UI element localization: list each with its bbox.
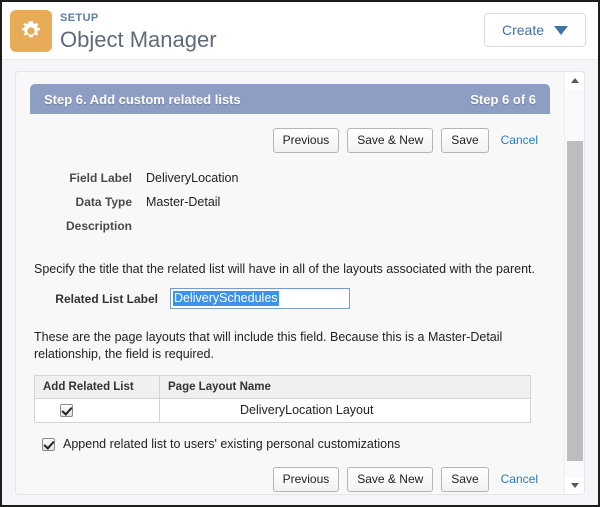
save-and-new-button-bottom[interactable]: Save & New xyxy=(347,467,433,492)
caret-up-icon[interactable] xyxy=(565,72,585,89)
related-list-label-row: Related List Label DeliverySchedules xyxy=(30,282,550,315)
wizard-scroll-region: Step 6. Add custom related lists Step 6 … xyxy=(16,72,564,494)
gear-icon xyxy=(10,10,52,52)
field-row-field-label: Field Label DeliveryLocation xyxy=(30,171,550,195)
chevron-down-icon xyxy=(554,26,568,35)
app-window: SETUP Object Manager Create Step 6. Add … xyxy=(0,0,600,507)
scrollbar-thumb[interactable] xyxy=(567,141,583,461)
save-button-top[interactable]: Save xyxy=(441,128,488,153)
page-layouts-intro-text: These are the page layouts that will inc… xyxy=(30,315,550,371)
previous-button-bottom[interactable]: Previous xyxy=(273,467,340,492)
bottom-button-row: Previous Save & New Save Cancel xyxy=(30,453,550,495)
field-label-caption: Field Label xyxy=(30,171,146,185)
content-card: Step 6. Add custom related lists Step 6 … xyxy=(15,71,585,495)
add-related-list-cell xyxy=(35,399,160,423)
setup-header: SETUP Object Manager Create xyxy=(2,2,598,60)
step-banner: Step 6. Add custom related lists Step 6 … xyxy=(30,84,550,114)
setup-eyebrow: SETUP xyxy=(60,11,217,25)
page-title: Object Manager xyxy=(60,26,217,54)
save-and-new-button-top[interactable]: Save & New xyxy=(347,128,433,153)
setup-titles: SETUP Object Manager xyxy=(60,8,217,54)
step-body: Previous Save & New Save Cancel Field La… xyxy=(30,114,550,495)
field-row-description: Description xyxy=(30,219,550,243)
create-button[interactable]: Create xyxy=(484,13,586,47)
related-list-label-input[interactable]: DeliverySchedules xyxy=(170,288,350,309)
related-list-label-value: DeliverySchedules xyxy=(173,291,279,306)
step-counter: Step 6 of 6 xyxy=(470,92,536,107)
cancel-link-top[interactable]: Cancel xyxy=(497,129,542,152)
table-row: DeliveryLocation Layout xyxy=(35,399,531,423)
append-option-label: Append related list to users' existing p… xyxy=(63,437,400,451)
related-list-intro-text: Specify the title that the related list … xyxy=(30,247,550,282)
field-summary-block: Field Label DeliveryLocation Data Type M… xyxy=(30,165,550,247)
append-related-list-checkbox[interactable] xyxy=(42,438,55,451)
description-caption: Description xyxy=(30,219,146,233)
step-title: Step 6. Add custom related lists xyxy=(44,92,470,107)
save-button-bottom[interactable]: Save xyxy=(441,467,488,492)
column-header-add-related-list: Add Related List xyxy=(35,376,160,399)
page-layouts-table: Add Related List Page Layout Name Delive… xyxy=(34,375,531,423)
caret-down-icon[interactable] xyxy=(565,477,585,494)
page-layout-name-cell: DeliveryLocation Layout xyxy=(160,399,531,423)
cancel-link-bottom[interactable]: Cancel xyxy=(497,468,542,491)
field-row-data-type: Data Type Master-Detail xyxy=(30,195,550,219)
related-list-label-caption: Related List Label xyxy=(30,292,170,306)
column-header-page-layout-name: Page Layout Name xyxy=(160,376,531,399)
previous-button-top[interactable]: Previous xyxy=(273,128,340,153)
add-related-list-checkbox[interactable] xyxy=(60,404,73,417)
top-button-row: Previous Save & New Save Cancel xyxy=(30,114,550,165)
data-type-value: Master-Detail xyxy=(146,195,220,209)
table-header-row: Add Related List Page Layout Name xyxy=(35,376,531,399)
data-type-caption: Data Type xyxy=(30,195,146,209)
vertical-scrollbar[interactable] xyxy=(564,72,584,494)
append-option-row: Append related list to users' existing p… xyxy=(30,423,550,453)
field-label-value: DeliveryLocation xyxy=(146,171,238,185)
create-button-label: Create xyxy=(502,22,544,38)
